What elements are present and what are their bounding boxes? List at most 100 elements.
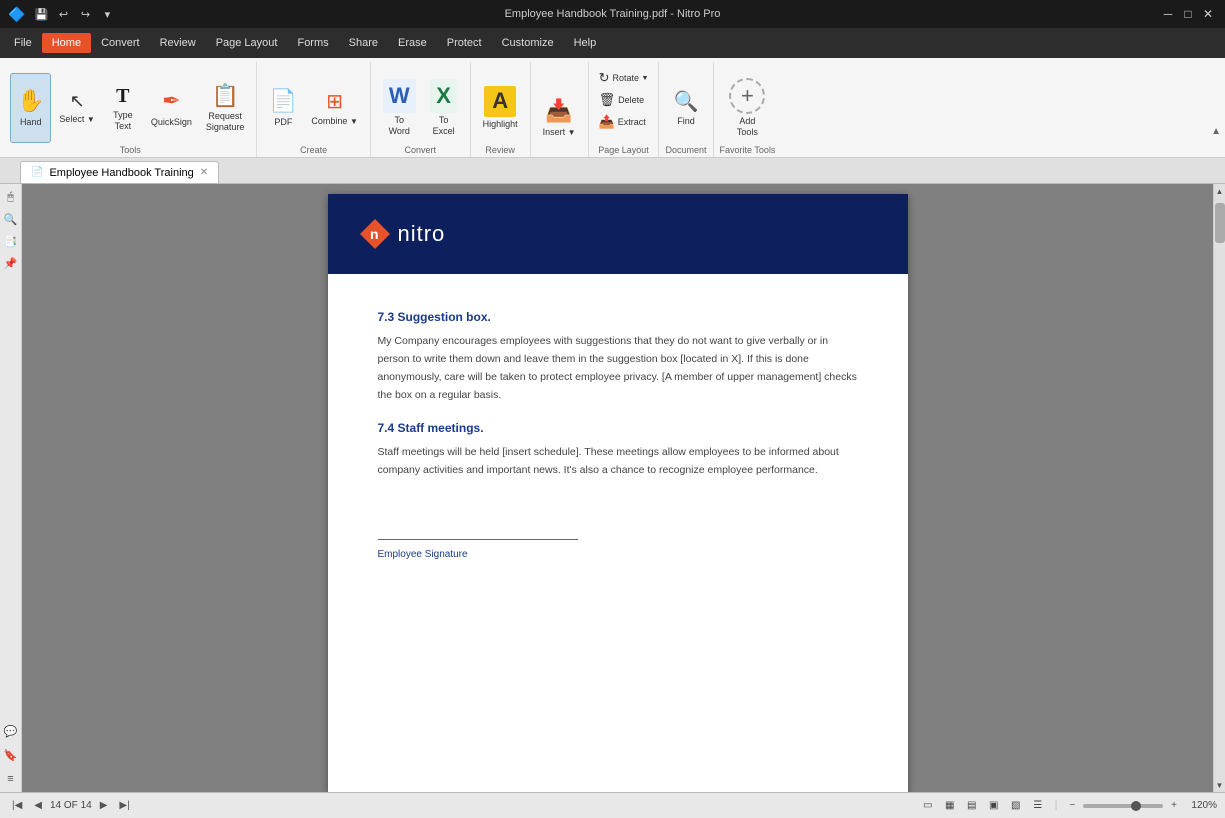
fullscreen-btn[interactable]: ▧ (1007, 797, 1025, 815)
ribbon-group-pagelayout: ↻ Rotate ▼ 🗑 Delete 📤 Extract Page Layou… (589, 62, 660, 157)
sidebar-comment-icon[interactable]: 💬 (2, 722, 20, 740)
next-page-btn[interactable]: ▶ (96, 798, 112, 813)
menu-forms[interactable]: Forms (287, 33, 338, 53)
scroll-thumb[interactable] (1215, 203, 1225, 243)
menu-protect[interactable]: Protect (437, 33, 492, 53)
maximize-btn[interactable]: □ (1179, 5, 1197, 23)
to-word-btn[interactable]: W ToWord (377, 73, 422, 143)
quicksign-btn[interactable]: ✒ QuickSign (145, 73, 198, 143)
ribbon: ✋ Hand ↖ Select ▼ T TypeText ✒ QuickSign… (0, 58, 1225, 158)
highlight-icon: A (484, 86, 516, 116)
delete-icon: 🗑 (599, 92, 616, 108)
sidebar-bookmark-icon[interactable]: 📌 (2, 254, 20, 272)
scroll-down-btn[interactable]: ▼ (1214, 778, 1225, 792)
menu-pagelayout[interactable]: Page Layout (206, 33, 288, 53)
undo-qa-btn[interactable]: ↩ (53, 5, 73, 23)
sidebar-thumbnail-icon[interactable]: 🖱 (2, 188, 20, 206)
facing-btn[interactable]: ▣ (985, 797, 1003, 815)
type-text-btn[interactable]: T TypeText (103, 73, 143, 143)
zoom-out-btn[interactable]: − (1065, 798, 1079, 813)
quicksign-icon: ✒ (162, 88, 180, 114)
scroll-view-btn[interactable]: ▤ (963, 797, 981, 815)
right-scrollbar[interactable]: ▲ ▼ (1213, 184, 1225, 792)
ribbon-group-insert: 📥 Insert ▼ (531, 62, 589, 157)
excel-icon: X (430, 79, 457, 113)
document-label: Document (665, 143, 706, 157)
zoom-slider[interactable] (1083, 804, 1163, 808)
add-tools-icon: + (729, 78, 765, 114)
window-title: Employee Handbook Training.pdf - Nitro P… (505, 8, 721, 20)
single-page-btn[interactable]: ▭ (919, 797, 937, 815)
pdf-header-banner: n nitro (328, 194, 908, 274)
ribbon-group-favorite: + AddTools Favorite Tools (714, 62, 782, 157)
find-btn[interactable]: 🔍 Find (666, 73, 706, 143)
ribbon-collapse-btn[interactable]: ▲ (1211, 126, 1221, 137)
highlight-btn[interactable]: A Highlight (477, 73, 524, 143)
menu-erase[interactable]: Erase (388, 33, 437, 53)
select-btn[interactable]: ↖ Select ▼ (53, 73, 100, 143)
menu-review[interactable]: Review (150, 33, 206, 53)
redo-qa-btn[interactable]: ↪ (75, 5, 95, 23)
review-label: Review (485, 143, 515, 157)
reading-btn[interactable]: ☰ (1029, 797, 1047, 815)
request-sig-icon: 📋 (211, 83, 238, 109)
insert-btn[interactable]: 📥 Insert ▼ (537, 83, 582, 153)
separator: | (1055, 800, 1058, 811)
pdf-icon: 📄 (270, 88, 297, 114)
view-controls: ▭ ▦ ▤ ▣ ▧ ☰ | − + 120% (919, 797, 1217, 815)
signature-label: Employee Signature (378, 549, 468, 560)
nitro-logo-text: nitro (398, 221, 446, 247)
close-btn[interactable]: ✕ (1199, 5, 1217, 23)
minimize-btn[interactable]: ─ (1159, 5, 1177, 23)
status-bar: |◀ ◀ 14 OF 14 ▶ ▶| ▭ ▦ ▤ ▣ ▧ ☰ | − + 120… (0, 792, 1225, 818)
scroll-up-btn[interactable]: ▲ (1214, 184, 1225, 198)
sidebar-menu-icon[interactable]: ≡ (2, 770, 20, 788)
sidebar-pages-icon[interactable]: 📑 (2, 232, 20, 250)
last-page-btn[interactable]: ▶| (115, 798, 133, 813)
quick-access-toolbar: 💾 ↩ ↪ ▾ (31, 5, 117, 23)
two-page-btn[interactable]: ▦ (941, 797, 959, 815)
rotate-btn[interactable]: ↻ Rotate ▼ (595, 68, 653, 88)
prev-page-btn[interactable]: ◀ (30, 798, 46, 813)
pdf-viewer[interactable]: n nitro 7.3 Suggestion box. My Company e… (22, 184, 1213, 792)
ribbon-group-review: A Highlight Review (471, 62, 531, 157)
zoom-level: 120% (1185, 800, 1217, 811)
tab-pdf-icon: 📄 (31, 167, 43, 178)
section-73-heading: 7.3 Suggestion box. (378, 308, 858, 327)
sidebar-stamp-icon[interactable]: 🔖 (2, 746, 20, 764)
combine-btn[interactable]: ⊞ Combine ▼ (305, 73, 363, 143)
sidebar-search-icon[interactable]: 🔍 (2, 210, 20, 228)
pin-qa-btn[interactable]: ▾ (97, 5, 117, 23)
to-excel-btn[interactable]: X ToExcel (424, 73, 464, 143)
menu-bar: File Home Convert Review Page Layout For… (0, 28, 1225, 58)
first-page-btn[interactable]: |◀ (8, 798, 26, 813)
insert-icon: 📥 (545, 98, 572, 124)
section-74-body: Staff meetings will be held [insert sche… (378, 444, 858, 480)
delete-btn[interactable]: 🗑 Delete (595, 90, 653, 110)
menu-convert[interactable]: Convert (91, 33, 150, 53)
menu-file[interactable]: File (4, 33, 42, 53)
nitro-logo: n nitro (358, 217, 446, 251)
combine-icon: ⊞ (326, 90, 343, 114)
pdf-btn[interactable]: 📄 PDF (263, 73, 303, 143)
zoom-in-btn[interactable]: + (1167, 798, 1181, 813)
extract-btn[interactable]: 📤 Extract (595, 112, 653, 132)
menu-customize[interactable]: Customize (492, 33, 564, 53)
tab-close-btn[interactable]: ✕ (200, 167, 208, 178)
extract-icon: 📤 (599, 114, 615, 130)
rotate-icon: ↻ (599, 70, 610, 86)
ribbon-group-tools: ✋ Hand ↖ Select ▼ T TypeText ✒ QuickSign… (4, 62, 257, 157)
menu-share[interactable]: Share (339, 33, 388, 53)
tools-label: Tools (120, 143, 141, 157)
favorite-tools-label: Favorite Tools (720, 143, 776, 157)
nitro-logo-icon: n (358, 217, 392, 251)
add-tools-btn[interactable]: + AddTools (723, 73, 771, 143)
hand-btn[interactable]: ✋ Hand (10, 73, 51, 143)
scroll-track[interactable] (1214, 198, 1225, 778)
menu-help[interactable]: Help (564, 33, 607, 53)
section-74-heading: 7.4 Staff meetings. (378, 419, 858, 438)
save-qa-btn[interactable]: 💾 (31, 5, 51, 23)
request-sig-btn[interactable]: 📋 RequestSignature (200, 73, 251, 143)
document-tab[interactable]: 📄 Employee Handbook Training ✕ (20, 161, 219, 183)
menu-home[interactable]: Home (42, 33, 91, 53)
